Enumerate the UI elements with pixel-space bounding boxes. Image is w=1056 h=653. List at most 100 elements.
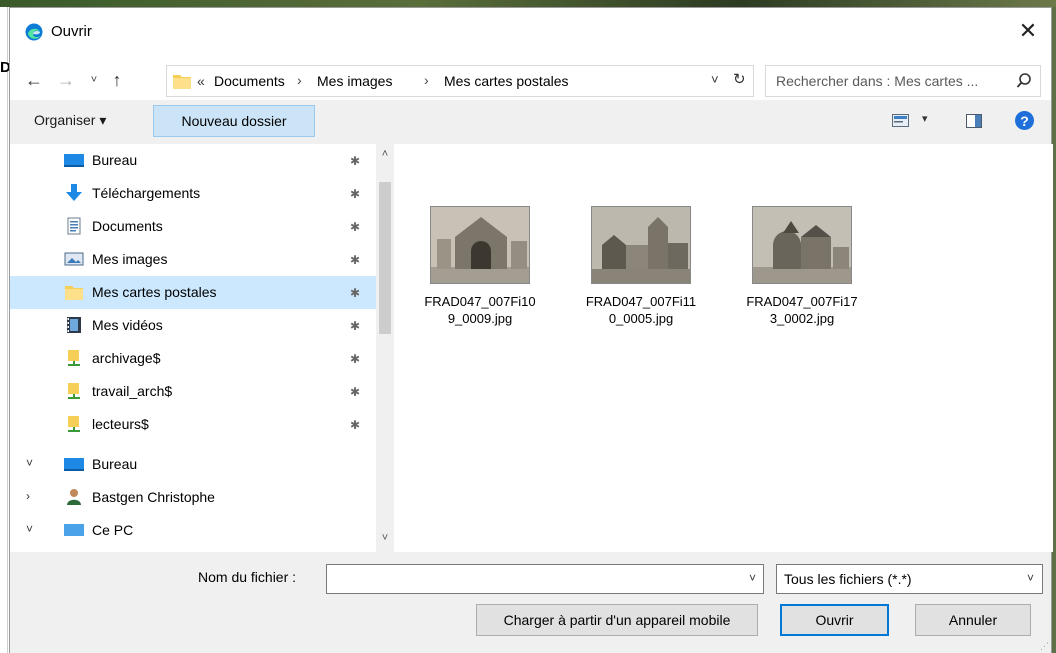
file-list: FRAD047_007Fi10 9_0009.jpg FRAD047_007Fi1…: [396, 144, 1053, 552]
sidebar-scrollbar[interactable]: ˄ ˅: [376, 144, 394, 552]
sidebar-item-mes-cartes-postales[interactable]: Mes cartes postales ✱: [10, 276, 376, 309]
button-label: Annuler: [948, 612, 998, 628]
filename-label: Nom du fichier :: [198, 569, 297, 585]
address-bar[interactable]: « Documents › Mes images › Mes cartes po…: [166, 65, 754, 97]
pin-icon[interactable]: ✱: [350, 154, 360, 168]
sidebar-item-archivage[interactable]: archivage$ ✱: [10, 342, 376, 375]
search-input[interactable]: [766, 66, 1002, 96]
tree-item-bureau[interactable]: ˅ Bureau: [10, 448, 376, 481]
chevron-down-icon[interactable]: ˅: [26, 456, 33, 470]
breadcrumb-mes-images[interactable]: Mes images: [317, 73, 392, 89]
network-folder-icon: [68, 416, 80, 432]
upload-from-mobile-button[interactable]: Charger à partir d'un appareil mobile: [476, 604, 758, 636]
sidebar-item-lecteurs[interactable]: lecteurs$ ✱: [10, 408, 376, 441]
organise-menu[interactable]: Organiser ▾: [34, 112, 106, 129]
back-button[interactable]: ←: [22, 68, 46, 92]
tree-item-ce-pc[interactable]: ˅ Ce PC: [10, 514, 376, 547]
sidebar-item-label: Documents: [92, 218, 163, 234]
sidebar-item-telechargements[interactable]: Téléchargements ✱: [10, 177, 376, 210]
chevron-down-icon[interactable]: ˅: [26, 522, 33, 536]
help-button[interactable]: ?: [1015, 111, 1034, 130]
chevron-down-icon: ˅: [90, 74, 98, 86]
open-button[interactable]: Ouvrir: [780, 604, 889, 636]
sidebar-item-mes-videos[interactable]: Mes vidéos ✱: [10, 309, 376, 342]
file-name: FRAD047_007Fi11 0_0005.jpg: [585, 294, 697, 326]
breadcrumb-separator-icon[interactable]: ›: [424, 72, 429, 88]
file-item[interactable]: FRAD047_007Fi11 0_0005.jpg: [581, 206, 701, 346]
new-folder-label: Nouveau dossier: [181, 113, 287, 129]
arrow-right-icon: →: [57, 69, 75, 90]
sidebar-item-documents[interactable]: Documents ✱: [10, 210, 376, 243]
close-icon: ✕: [1018, 18, 1038, 43]
pin-icon[interactable]: ✱: [350, 352, 360, 366]
search-icon[interactable]: [1016, 72, 1032, 90]
sidebar-item-label: travail_arch$: [92, 383, 173, 399]
filename-field[interactable]: [327, 565, 737, 593]
background-window-edge: D: [0, 7, 11, 653]
pin-icon[interactable]: ✱: [350, 418, 360, 432]
navigation-pane: Bureau ✱ Téléchargements ✱ Documents ✱ M…: [10, 144, 394, 552]
edge-browser-icon: [25, 23, 43, 41]
recent-locations-button[interactable]: ˅: [82, 68, 106, 92]
refresh-icon[interactable]: ↻: [733, 70, 746, 88]
view-options-icon[interactable]: [892, 114, 909, 127]
documents-icon: [67, 217, 81, 235]
image-thumbnail: [591, 206, 691, 284]
tree-item-label: Ce PC: [92, 522, 134, 538]
pin-icon[interactable]: ✱: [350, 253, 360, 267]
breadcrumb-documents[interactable]: Documents: [214, 73, 285, 89]
tree-item-bastgen-christophe[interactable]: › Bastgen Christophe: [10, 481, 376, 514]
cancel-button[interactable]: Annuler: [915, 604, 1031, 636]
file-name: FRAD047_007Fi10 9_0009.jpg: [424, 294, 536, 326]
pin-icon[interactable]: ✱: [350, 385, 360, 399]
dialog-title: Ouvrir: [51, 23, 92, 40]
sidebar-item-travail-arch[interactable]: travail_arch$ ✱: [10, 375, 376, 408]
view-dropdown-icon[interactable]: ▾: [922, 112, 928, 125]
new-folder-button[interactable]: Nouveau dossier: [153, 105, 315, 137]
sidebar-item-label: Bureau: [92, 152, 138, 168]
sidebar-item-bureau[interactable]: Bureau ✱: [10, 144, 376, 177]
user-icon: [67, 489, 81, 505]
pin-icon[interactable]: ✱: [350, 187, 360, 201]
forward-button[interactable]: →: [54, 68, 78, 92]
open-file-dialog: Ouvrir ✕ ← → ˅ ↑ « Documents › Mes image…: [9, 7, 1053, 653]
network-folder-icon: [68, 350, 80, 366]
close-button[interactable]: ✕: [1005, 14, 1051, 48]
image-thumbnail: [752, 206, 852, 284]
pc-icon: [64, 524, 84, 536]
pin-icon[interactable]: ✱: [350, 286, 360, 300]
chevron-right-icon[interactable]: ›: [26, 489, 30, 503]
sidebar-item-label: Mes images: [92, 251, 168, 267]
scroll-down-icon[interactable]: ˅: [376, 532, 394, 544]
breadcrumb-separator-icon[interactable]: ›: [297, 72, 302, 88]
up-button[interactable]: ↑: [105, 68, 129, 92]
file-item[interactable]: FRAD047_007Fi10 9_0009.jpg: [420, 206, 540, 346]
button-label: Ouvrir: [815, 612, 854, 628]
address-dropdown-icon[interactable]: ˅: [711, 72, 719, 87]
sidebar-item-label: Mes cartes postales: [92, 284, 217, 300]
resize-grip-icon[interactable]: ⋰: [1040, 641, 1049, 652]
scroll-up-icon[interactable]: ˄: [376, 148, 394, 160]
pictures-icon: [64, 252, 84, 266]
preview-pane-icon[interactable]: [966, 114, 982, 128]
navigation-bar: ← → ˅ ↑ « Documents › Mes images › Mes c…: [10, 60, 1051, 100]
dialog-footer: Nom du fichier : ˅ Tous les fichiers (*.…: [10, 552, 1051, 653]
pin-icon[interactable]: ✱: [350, 319, 360, 333]
title-bar: Ouvrir ✕: [10, 8, 1051, 50]
sidebar-item-mes-images[interactable]: Mes images ✱: [10, 243, 376, 276]
help-icon: ?: [1020, 112, 1029, 129]
image-thumbnail: [430, 206, 530, 284]
breadcrumb-overflow-icon[interactable]: «: [197, 73, 205, 89]
desktop-icon: [64, 458, 84, 471]
file-item[interactable]: FRAD047_007Fi17 3_0002.jpg: [742, 206, 862, 346]
filename-combobox[interactable]: ˅: [326, 564, 764, 594]
file-type-select[interactable]: Tous les fichiers (*.*) ˅: [776, 564, 1043, 594]
breadcrumb-mes-cartes-postales[interactable]: Mes cartes postales: [444, 73, 569, 89]
sidebar-item-label: lecteurs$: [92, 416, 149, 432]
pin-icon[interactable]: ✱: [350, 220, 360, 234]
background-desktop-strip: [0, 0, 1056, 7]
search-box[interactable]: [765, 65, 1041, 97]
scrollbar-thumb[interactable]: [379, 182, 391, 334]
command-bar: Organiser ▾ Nouveau dossier ▾ ?: [10, 100, 1051, 144]
chevron-down-icon[interactable]: ˅: [749, 571, 756, 585]
